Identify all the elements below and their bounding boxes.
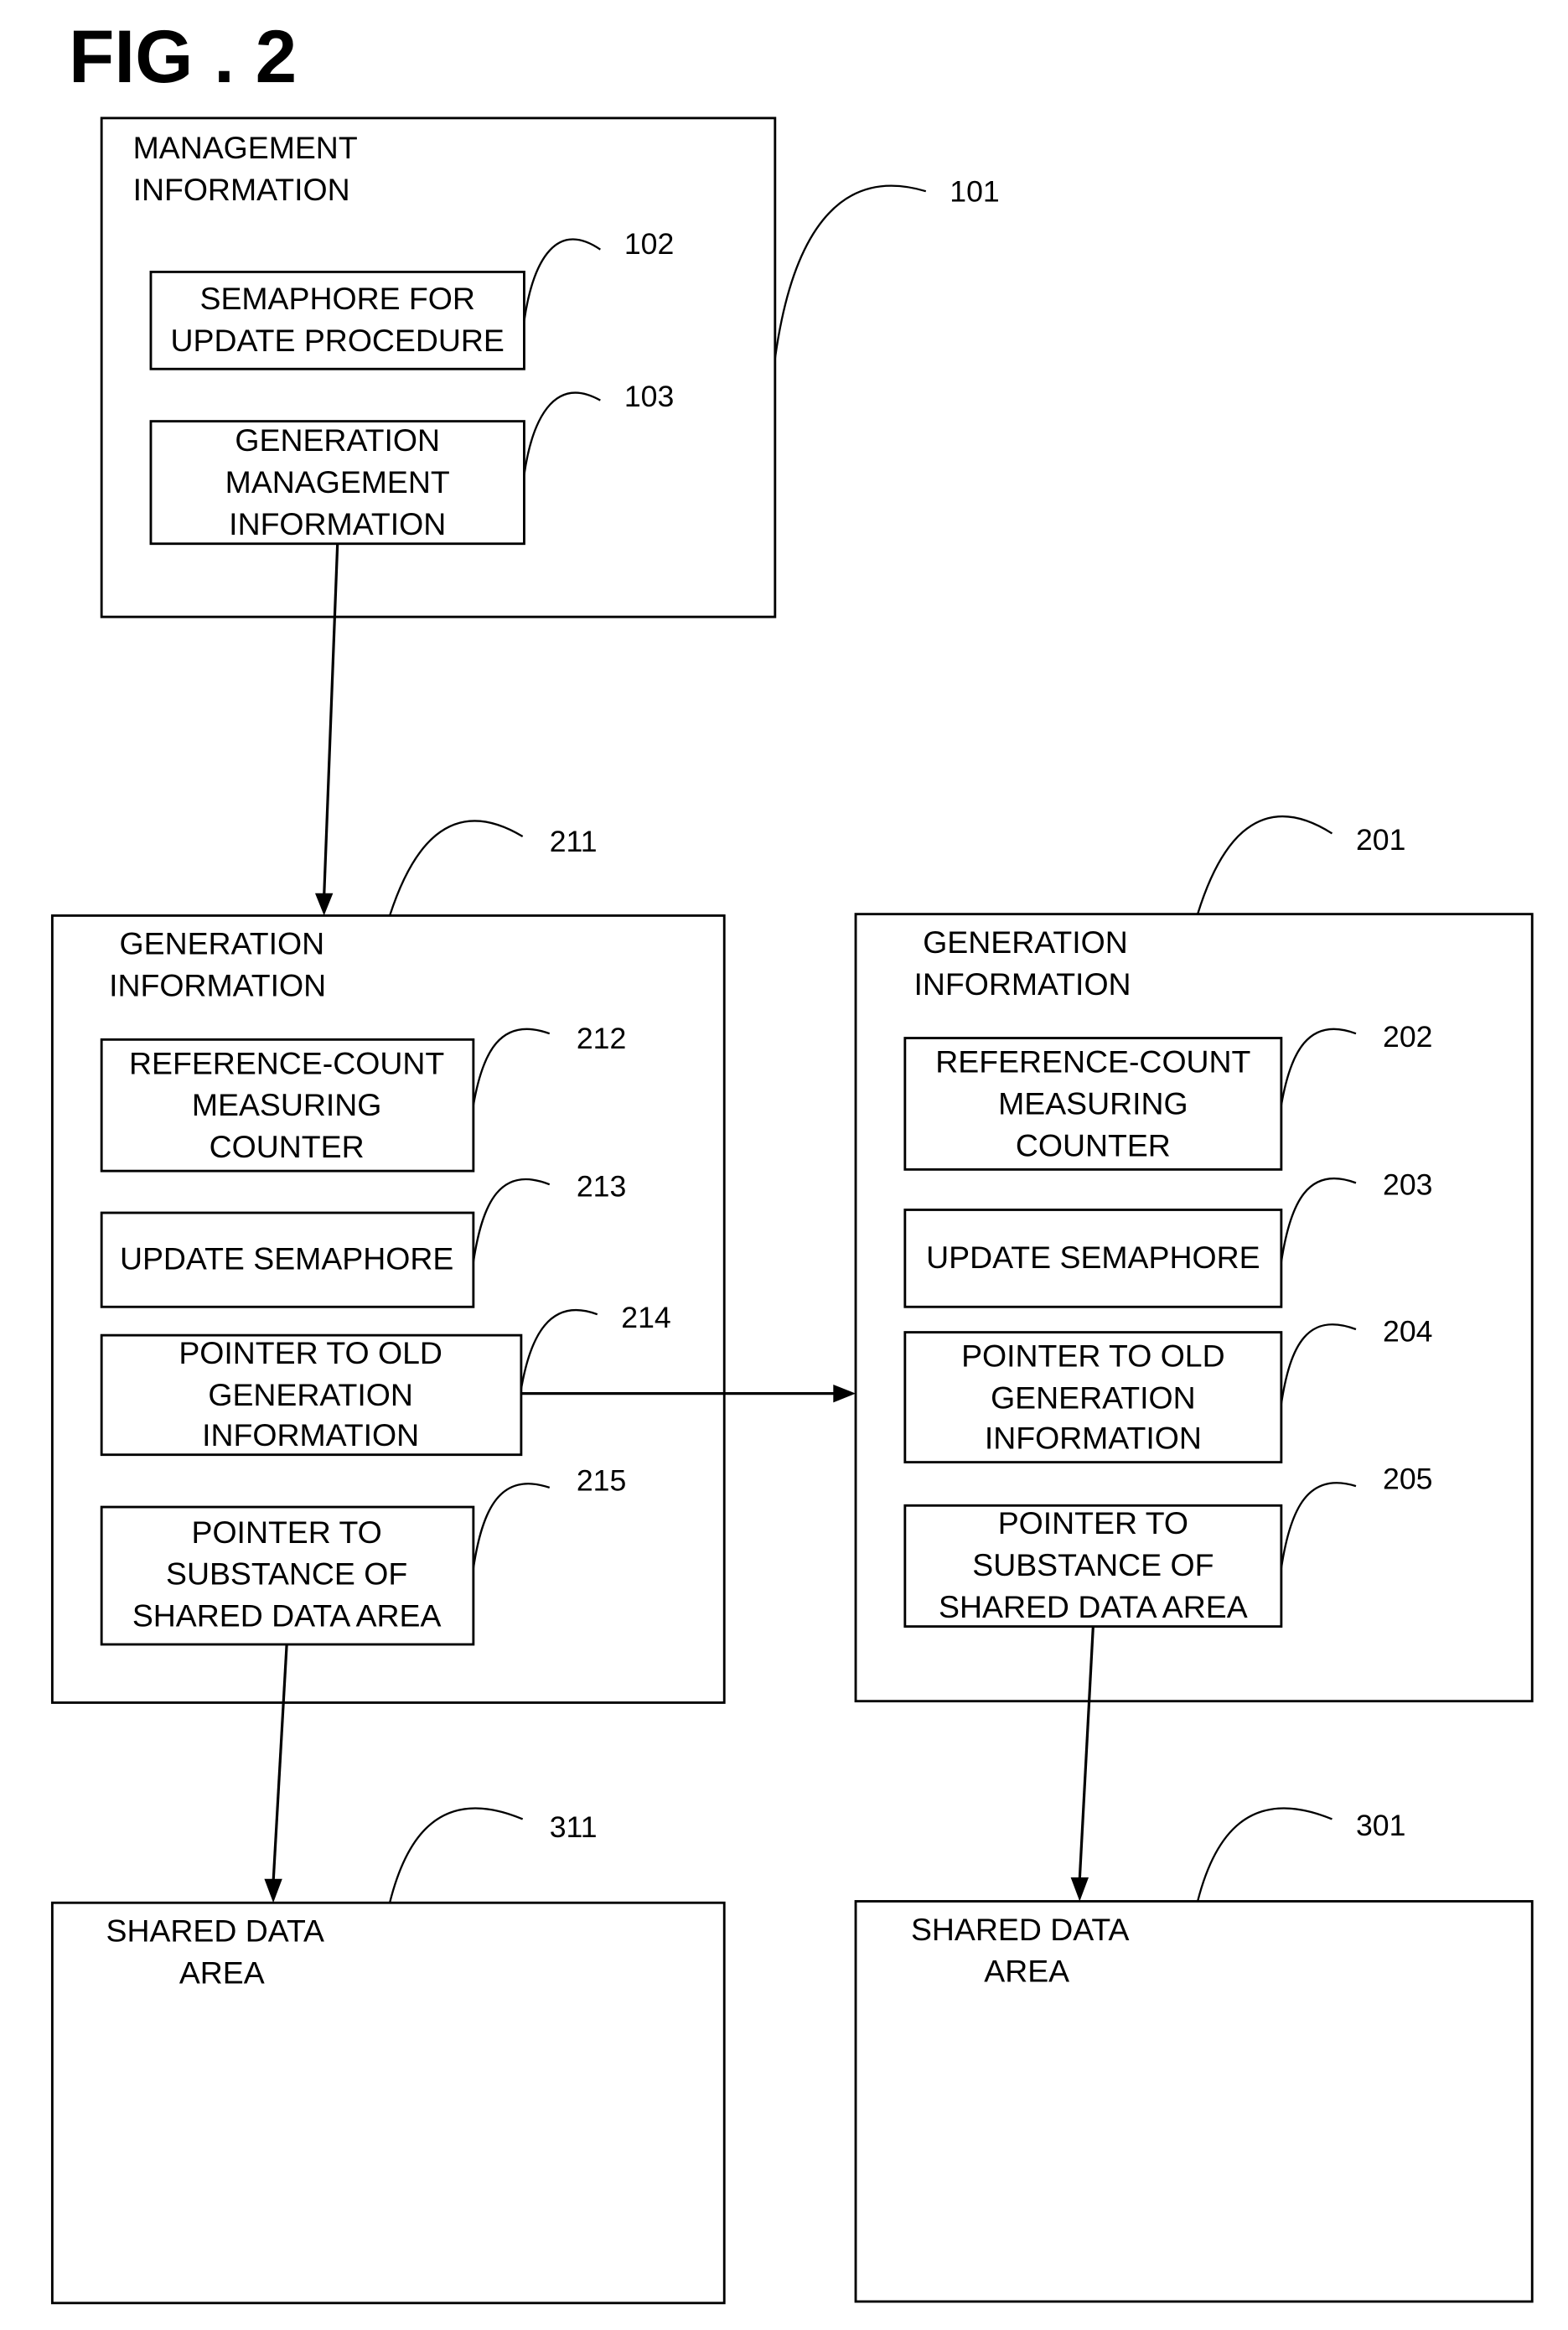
reference-count-counter-212-label-2: MEASURING [192, 1087, 382, 1122]
leader-line-301 [1196, 1807, 1333, 1902]
generation-information-201-label-2: INFORMATION [914, 966, 1131, 1002]
ref-label-214: 214 [621, 1301, 670, 1334]
ref-label-101: 101 [950, 175, 999, 209]
reference-count-counter-202-label-2: MEASURING [998, 1085, 1188, 1121]
generation-management-information-label-1: GENERATION [235, 422, 440, 458]
pointer-shared-data-205-label-2: SUBSTANCE OF [972, 1547, 1214, 1582]
pointer-old-generation-214-label-2: GENERATION [208, 1377, 413, 1412]
arrowhead-211 [314, 893, 334, 916]
pointer-shared-data-205-label-3: SHARED DATA AREA [939, 1589, 1248, 1624]
reference-count-counter-202-label-3: COUNTER [1016, 1127, 1171, 1162]
update-semaphore-213-label: UPDATE SEMAPHORE [120, 1241, 453, 1276]
pointer-shared-data-215-label-1: POINTER TO [192, 1514, 382, 1550]
generation-management-information-label-2: MANAGEMENT [225, 464, 450, 500]
generation-information-211-block: 211 GENERATION INFORMATION REFERENCE-COU… [50, 820, 726, 1704]
shared-data-area-301-label-2: AREA [984, 1954, 1069, 1989]
generation-management-information-label-3: INFORMATION [229, 506, 446, 541]
pointer-shared-data-205-label-1: POINTER TO [998, 1505, 1188, 1540]
shared-data-area-301-box [854, 1900, 1534, 2303]
management-information-block: MANAGEMENT INFORMATION 101 SEMAPHORE FOR… [100, 116, 1000, 619]
reference-count-counter-212-label-1: REFERENCE-COUNT [129, 1045, 444, 1080]
shared-data-area-311-label-1: SHARED DATA [106, 1913, 325, 1949]
leader-line-201 [1196, 815, 1333, 914]
shared-data-area-301-block: 301 SHARED DATA AREA [854, 1807, 1534, 2303]
figure-title: FIG . 2 [69, 14, 297, 98]
leader-line-211 [388, 820, 524, 916]
arrowhead-201 [833, 1384, 856, 1403]
ref-label-203: 203 [1383, 1168, 1432, 1202]
ref-label-202: 202 [1383, 1020, 1432, 1054]
generation-information-211-label-2: INFORMATION [109, 968, 326, 1003]
leader-line-101 [774, 184, 927, 359]
shared-data-area-311-label-2: AREA [179, 1955, 265, 1990]
arrowhead-301 [1070, 1877, 1089, 1902]
ref-label-205: 205 [1383, 1463, 1432, 1496]
shared-data-area-311-block: 311 SHARED DATA AREA [50, 1807, 726, 2305]
pointer-shared-data-215-label-2: SUBSTANCE OF [166, 1556, 407, 1592]
ref-label-204: 204 [1383, 1314, 1432, 1348]
generation-information-201-label-1: GENERATION [923, 924, 1128, 960]
ref-label-213: 213 [577, 1169, 626, 1203]
leader-line-311 [388, 1807, 524, 1903]
ref-label-311: 311 [550, 1810, 598, 1844]
pointer-old-generation-204-label-2: GENERATION [991, 1380, 1196, 1415]
pointer-shared-data-215-label-3: SHARED DATA AREA [132, 1598, 442, 1634]
ref-label-212: 212 [577, 1022, 626, 1055]
pointer-old-generation-204-label-3: INFORMATION [985, 1421, 1202, 1456]
pointer-old-generation-214-label-1: POINTER TO OLD [179, 1335, 442, 1370]
shared-data-area-301-label-1: SHARED DATA [911, 1912, 1130, 1947]
ref-label-211: 211 [550, 825, 598, 858]
ref-label-215: 215 [577, 1463, 626, 1497]
update-semaphore-203-label: UPDATE SEMAPHORE [926, 1240, 1260, 1275]
reference-count-counter-212-label-3: COUNTER [210, 1129, 365, 1164]
semaphore-update-procedure-label-2: UPDATE PROCEDURE [171, 323, 505, 358]
ref-label-102: 102 [624, 227, 674, 261]
ref-label-301: 301 [1356, 1809, 1405, 1842]
generation-information-201-block: 201 GENERATION INFORMATION REFERENCE-COU… [854, 815, 1534, 1703]
pointer-old-generation-214-label-3: INFORMATION [202, 1417, 419, 1452]
management-information-label-1: MANAGEMENT [133, 130, 358, 165]
pointer-old-generation-204-label-1: POINTER TO OLD [961, 1338, 1225, 1374]
generation-information-211-label-1: GENERATION [120, 926, 325, 961]
ref-label-103: 103 [624, 380, 674, 413]
semaphore-update-procedure-label-1: SEMAPHORE FOR [200, 281, 475, 316]
shared-data-area-311-box [50, 1901, 726, 2305]
fig2-diagram: FIG . 2 MANAGEMENT INFORMATION 101 SEMAP… [50, 14, 1534, 2305]
arrowhead-311 [264, 1878, 282, 1903]
ref-label-201: 201 [1356, 823, 1405, 857]
reference-count-counter-202-label-1: REFERENCE-COUNT [935, 1044, 1250, 1080]
management-information-label-2: INFORMATION [133, 172, 350, 207]
